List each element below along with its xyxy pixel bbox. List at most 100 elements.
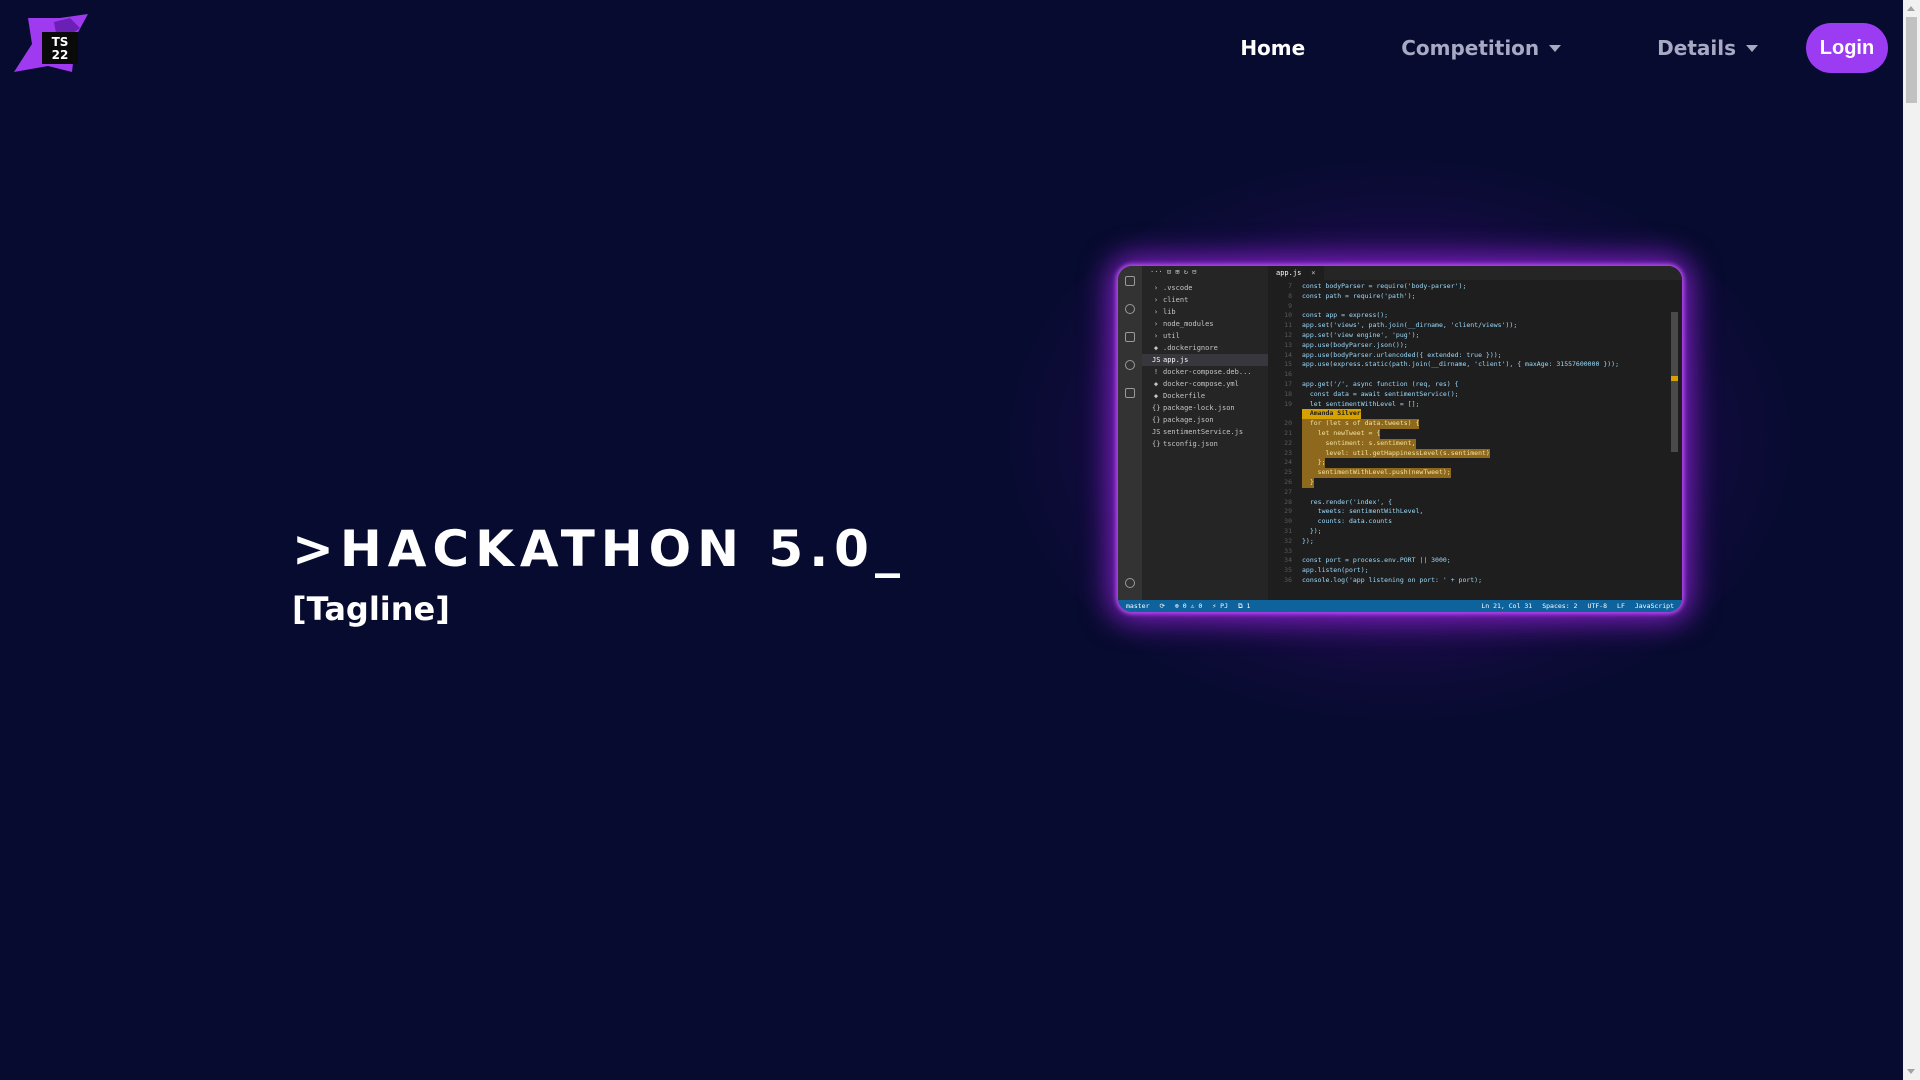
file-name: app.js: [1163, 356, 1189, 364]
nav-details-dropdown[interactable]: Details: [1657, 36, 1758, 60]
nav-details-label: Details: [1657, 36, 1736, 60]
code-line: 10 const app = express();: [1268, 311, 1682, 321]
scroll-up-arrow-icon[interactable]: [1907, 6, 1915, 11]
line-number: [1268, 409, 1302, 419]
source-control-icon: [1125, 332, 1135, 342]
status-item: ⊗ 0 ⚠ 0: [1174, 601, 1203, 610]
code-line: 23 level: util.getHappinessLevel(s.senti…: [1268, 448, 1682, 459]
editor-activity-bar: [1118, 266, 1142, 600]
code-text: const path = require('path');: [1302, 291, 1416, 300]
status-item: ⧉ 1: [1238, 601, 1251, 610]
file-item: › client: [1142, 294, 1268, 306]
explorer-toolbar: ··· ⊡ ⊞ ↻ ⊟: [1150, 268, 1197, 276]
nav-competition-label: Competition: [1401, 36, 1540, 60]
status-item: JavaScript: [1634, 602, 1674, 610]
status-item: master: [1126, 601, 1150, 610]
code-text: sentimentWithLevel.push(newTweet);: [1302, 468, 1451, 478]
file-item: ! docker-compose.deb...: [1142, 366, 1268, 378]
code-line: 30 counts: data.counts: [1268, 517, 1682, 527]
code-line: 20 for (let s of data.tweets) {: [1268, 419, 1682, 429]
line-number: 27: [1284, 487, 1292, 496]
status-item: LF: [1617, 602, 1625, 610]
nav-home-link[interactable]: Home: [1240, 36, 1305, 60]
line-number: 9: [1288, 301, 1292, 310]
line-number: 13: [1284, 340, 1292, 349]
code-text: const app = express();: [1302, 311, 1389, 320]
file-name: node_modules: [1163, 320, 1214, 328]
code-text: const port = process.env.PORT || 3000;: [1302, 556, 1451, 565]
status-item: Ln 21, Col 31: [1481, 602, 1533, 610]
code-line: 15 app.use(express.static(path.join(__dir…: [1268, 360, 1682, 370]
code-line: 11 app.set('views', path.join(__dirname, …: [1268, 321, 1682, 331]
editor-tab: app.js ×: [1268, 266, 1324, 280]
code-line: 21 let newTweet = {: [1268, 428, 1682, 439]
hero-title: >HACKATHON 5.0_: [292, 520, 906, 578]
file-type-icon: {}: [1152, 404, 1161, 412]
status-right: Ln 21, Col 31 Spaces: 2 UTF-8 LF JavaScript: [1471, 602, 1674, 610]
code-text: Amanda Silver: [1302, 409, 1361, 420]
line-number: 34: [1284, 556, 1292, 565]
chevron-down-icon: [1746, 44, 1758, 52]
line-number: 29: [1284, 507, 1292, 516]
editor-code-area: app.js × 7 const bodyParser = require('bo…: [1268, 266, 1682, 600]
file-item: ◆ .dockerignore: [1142, 342, 1268, 354]
file-item: {} tsconfig.json: [1142, 438, 1268, 450]
code-text: counts: data.counts: [1302, 517, 1393, 526]
file-name: sentimentService.js: [1163, 428, 1244, 436]
file-type-icon: ›: [1153, 320, 1159, 328]
file-type-icon: !: [1153, 368, 1159, 376]
main-nav: Home Competition Details Login: [1240, 22, 1888, 74]
line-number: 28: [1284, 497, 1292, 506]
code-text: }: [1302, 477, 1314, 488]
ts22-logo[interactable]: TS 22: [14, 14, 88, 74]
line-number: 21: [1284, 428, 1292, 437]
hero-tagline: [Tagline]: [292, 590, 450, 628]
file-name: package-lock.json: [1163, 404, 1235, 412]
file-type-icon: ›: [1153, 332, 1159, 340]
code-editor-image: ··· ⊡ ⊞ ↻ ⊟ › .vscode › client › lib › node_mod…: [1118, 266, 1682, 612]
code-line: 28 res.render('index', {: [1268, 498, 1682, 508]
nav-competition-dropdown[interactable]: Competition: [1401, 36, 1562, 60]
code-text: app.listen(port);: [1302, 566, 1369, 575]
code-line: 16: [1268, 370, 1682, 380]
code-text: level: util.getHappinessLevel(s.sentimen…: [1302, 448, 1490, 459]
page-scrollbar[interactable]: [1903, 0, 1920, 1080]
extensions-icon: [1125, 388, 1135, 398]
file-item: › lib: [1142, 306, 1268, 318]
code-line: 31 });: [1268, 527, 1682, 537]
line-number: 35: [1284, 566, 1292, 575]
file-type-icon: ◆: [1153, 380, 1159, 388]
line-number: 22: [1284, 438, 1292, 447]
code-text: app.set('views', path.join(__dirname, 'c…: [1302, 321, 1518, 330]
code-lines: 7 const bodyParser = require('body-parser…: [1268, 280, 1682, 586]
code-line: 19 let sentimentWithLevel = [];: [1268, 400, 1682, 410]
file-list: › .vscode › client › lib › node_modules › util ◆ .d…: [1142, 282, 1268, 450]
editor-tabs: app.js ×: [1268, 266, 1682, 280]
login-button[interactable]: Login: [1806, 23, 1888, 73]
status-item: ⟳: [1159, 601, 1165, 610]
file-type-icon: ›: [1153, 284, 1159, 292]
file-name: util: [1163, 332, 1180, 340]
file-item: › node_modules: [1142, 318, 1268, 330]
file-item: › util: [1142, 330, 1268, 342]
code-line: 18 const data = await sentimentService()…: [1268, 390, 1682, 400]
file-name: .dockerignore: [1163, 344, 1218, 352]
line-number: 23: [1284, 448, 1292, 457]
code-line: 27: [1268, 488, 1682, 498]
code-text: let sentimentWithLevel = [];: [1302, 399, 1420, 408]
line-number: 15: [1284, 360, 1292, 369]
code-text: for (let s of data.tweets) {: [1302, 419, 1420, 429]
line-number: 26: [1284, 477, 1292, 486]
line-number: 12: [1284, 330, 1292, 339]
search-icon: [1125, 304, 1135, 314]
code-text: app.get('/', async function (req, res) {: [1302, 379, 1459, 388]
scroll-thumb[interactable]: [1906, 17, 1917, 103]
close-icon: ×: [1311, 269, 1316, 277]
scroll-down-arrow-icon[interactable]: [1907, 1069, 1915, 1074]
code-text: const data = await sentimentService();: [1302, 389, 1459, 398]
code-text: });: [1302, 526, 1322, 535]
file-name: package.json: [1163, 416, 1214, 424]
file-type-icon: ◆: [1153, 392, 1159, 400]
line-number: 11: [1284, 321, 1292, 330]
code-text: });: [1302, 536, 1314, 545]
